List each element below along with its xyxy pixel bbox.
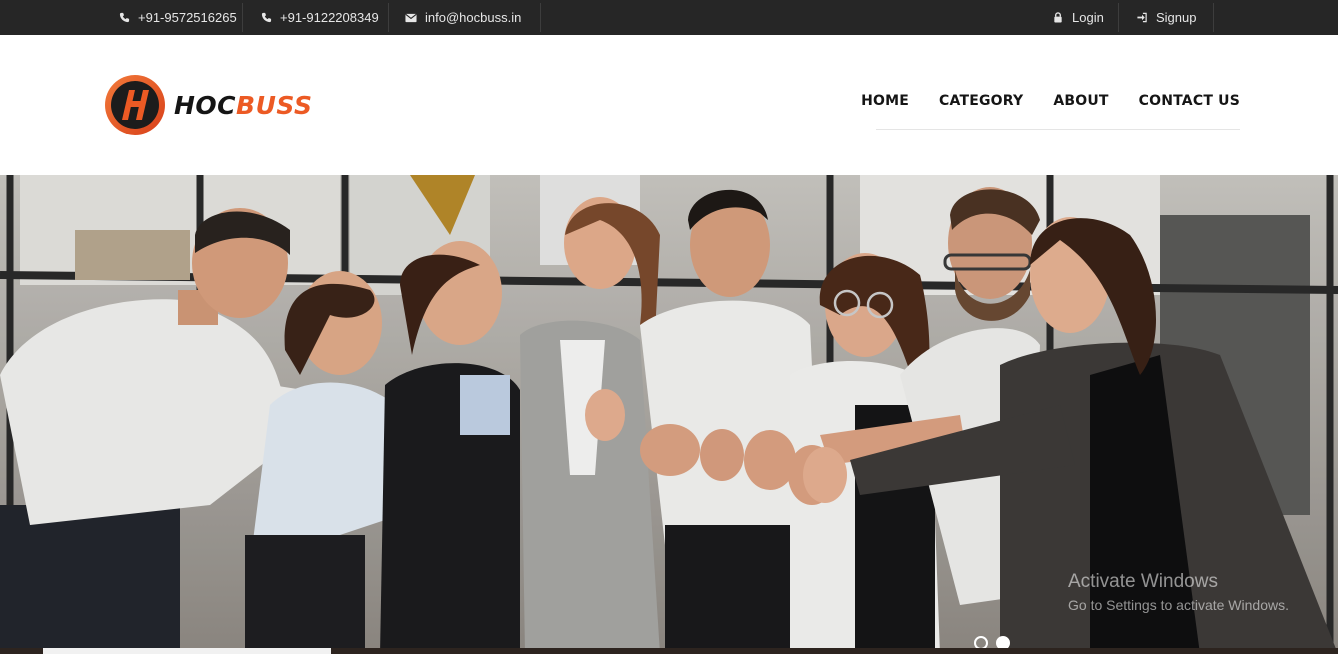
top-bar: +91-9572516265 +91-9122208349 info@hocbu… — [0, 0, 1338, 35]
logo-wordmark: HOCBUSS — [174, 91, 313, 120]
nav-about[interactable]: ABOUT — [1053, 93, 1108, 109]
phone-1-text: +91-9572516265 — [138, 10, 237, 25]
mail-icon — [405, 12, 417, 24]
login-text: Login — [1072, 10, 1104, 25]
bottom-strip — [0, 648, 1338, 654]
divider — [388, 3, 389, 32]
watermark-subtitle: Go to Settings to activate Windows. — [1068, 597, 1289, 613]
signup-text: Signup — [1156, 10, 1197, 25]
phone-2-text: +91-9122208349 — [280, 10, 379, 25]
main-nav: HOME CATEGORY ABOUT CONTACT US — [861, 93, 1240, 109]
nav-contact-us[interactable]: CONTACT US — [1139, 93, 1240, 109]
logo-text-hoc: HOC — [174, 90, 237, 120]
logo-text-buss: BUSS — [236, 90, 313, 120]
divider — [1213, 3, 1214, 32]
email-link[interactable]: info@hocbuss.in — [405, 0, 521, 35]
sign-in-icon — [1136, 12, 1148, 24]
nav-home[interactable]: HOME — [861, 93, 909, 109]
phone-icon — [118, 12, 130, 24]
phone-2[interactable]: +91-9122208349 — [260, 0, 379, 35]
phone-1[interactable]: +91-9572516265 — [118, 0, 237, 35]
divider — [1118, 3, 1119, 32]
login-link[interactable]: Login — [1052, 0, 1104, 35]
windows-activation-watermark: Activate Windows Go to Settings to activ… — [1068, 571, 1289, 613]
bottom-strip-highlight — [43, 648, 331, 654]
hero-slider[interactable]: Activate Windows Go to Settings to activ… — [0, 175, 1338, 654]
lock-icon — [1052, 12, 1064, 24]
divider — [540, 3, 541, 32]
site-header: HOCBUSS HOME CATEGORY ABOUT CONTACT US — [0, 35, 1338, 175]
logo[interactable]: HOCBUSS — [104, 73, 313, 137]
email-text: info@hocbuss.in — [425, 10, 522, 25]
nav-category[interactable]: CATEGORY — [939, 93, 1023, 109]
nav-underline — [876, 129, 1240, 130]
signup-link[interactable]: Signup — [1136, 0, 1196, 35]
logo-icon — [105, 75, 165, 135]
divider — [242, 3, 243, 32]
phone-icon — [260, 12, 272, 24]
watermark-title: Activate Windows — [1068, 571, 1218, 592]
